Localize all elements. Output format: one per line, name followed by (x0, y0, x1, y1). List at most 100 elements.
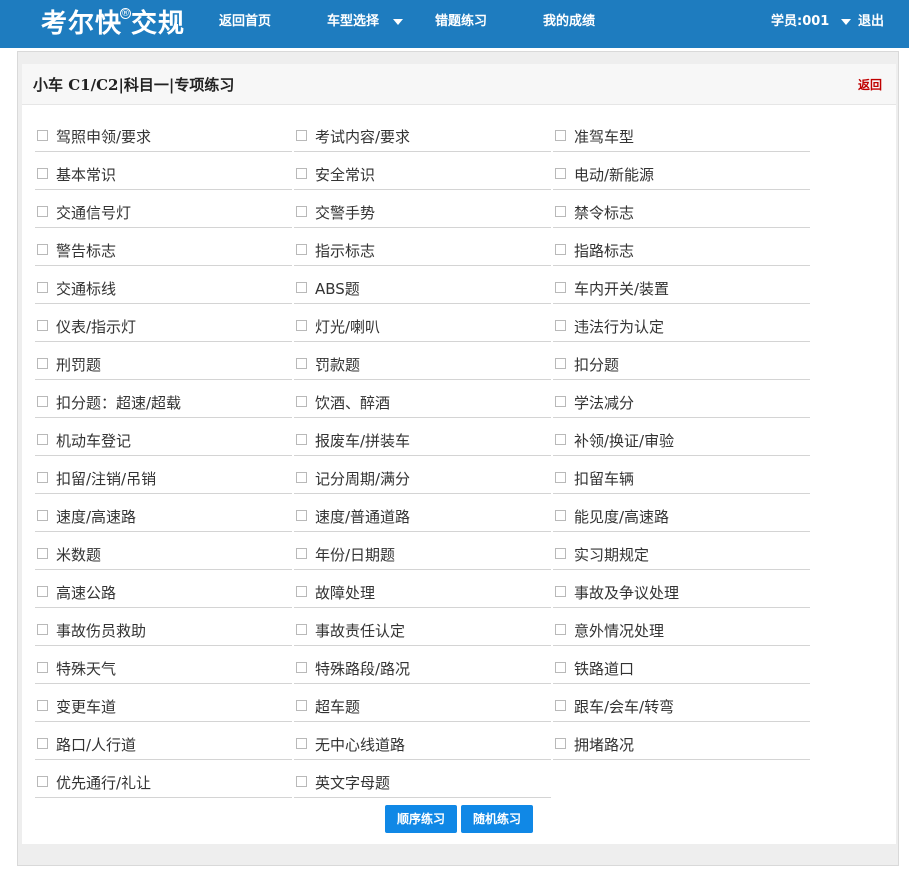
topic-item[interactable]: 速度/高速路 (35, 502, 293, 540)
topic-checkbox[interactable] (37, 434, 48, 445)
nav-my-scores-link[interactable]: 我的成绩 (543, 0, 595, 44)
sequential-practice-button[interactable]: 顺序练习 (385, 805, 457, 833)
topic-checkbox[interactable] (37, 472, 48, 483)
topic-item[interactable]: 扣分题 (553, 350, 811, 388)
topic-item[interactable]: 机动车登记 (35, 426, 293, 464)
topic-item[interactable]: 仪表/指示灯 (35, 312, 293, 350)
topic-checkbox[interactable] (555, 320, 566, 331)
topic-checkbox[interactable] (37, 206, 48, 217)
topic-checkbox[interactable] (37, 358, 48, 369)
random-practice-button[interactable]: 随机练习 (461, 805, 533, 833)
topic-checkbox[interactable] (555, 282, 566, 293)
nav-car-select-dropdown[interactable]: 车型选择 (327, 0, 404, 44)
topic-item[interactable]: 学法减分 (553, 388, 811, 426)
topic-checkbox[interactable] (555, 130, 566, 141)
topic-checkbox[interactable] (37, 168, 48, 179)
topic-item[interactable]: 能见度/高速路 (553, 502, 811, 540)
topic-item[interactable]: 事故伤员救助 (35, 616, 293, 654)
topic-item[interactable]: 灯光/喇叭 (294, 312, 552, 350)
topic-checkbox[interactable] (555, 700, 566, 711)
topic-item[interactable]: 实习期规定 (553, 540, 811, 578)
topic-checkbox[interactable] (37, 738, 48, 749)
topic-checkbox[interactable] (37, 662, 48, 673)
topic-checkbox[interactable] (296, 358, 307, 369)
topic-item[interactable]: 饮酒、醉酒 (294, 388, 552, 426)
topic-checkbox[interactable] (37, 548, 48, 559)
topic-item[interactable]: 优先通行/礼让 (35, 768, 293, 806)
topic-checkbox[interactable] (296, 738, 307, 749)
topic-checkbox[interactable] (296, 700, 307, 711)
topic-checkbox[interactable] (37, 700, 48, 711)
topic-checkbox[interactable] (555, 168, 566, 179)
topic-checkbox[interactable] (296, 244, 307, 255)
topic-item[interactable]: 违法行为认定 (553, 312, 811, 350)
topic-item[interactable]: 交警手势 (294, 198, 552, 236)
topic-checkbox[interactable] (555, 472, 566, 483)
topic-checkbox[interactable] (37, 320, 48, 331)
topic-item[interactable]: 扣留/注销/吊销 (35, 464, 293, 502)
topic-item[interactable]: 铁路道口 (553, 654, 811, 692)
topic-checkbox[interactable] (555, 396, 566, 407)
topic-checkbox[interactable] (555, 624, 566, 635)
topic-item[interactable]: 超车题 (294, 692, 552, 730)
topic-checkbox[interactable] (37, 282, 48, 293)
nav-wrong-practice-link[interactable]: 错题练习 (435, 0, 487, 44)
topic-checkbox[interactable] (296, 130, 307, 141)
topic-checkbox[interactable] (555, 586, 566, 597)
topic-item[interactable]: 禁令标志 (553, 198, 811, 236)
topic-item[interactable]: 速度/普通道路 (294, 502, 552, 540)
topic-checkbox[interactable] (555, 244, 566, 255)
topic-item[interactable]: 报废车/拼装车 (294, 426, 552, 464)
topic-checkbox[interactable] (296, 662, 307, 673)
topic-checkbox[interactable] (296, 472, 307, 483)
topic-checkbox[interactable] (555, 510, 566, 521)
topic-checkbox[interactable] (37, 510, 48, 521)
topic-checkbox[interactable] (555, 434, 566, 445)
topic-checkbox[interactable] (37, 130, 48, 141)
topic-item[interactable]: 特殊路段/路况 (294, 654, 552, 692)
topic-checkbox[interactable] (37, 624, 48, 635)
topic-checkbox[interactable] (37, 396, 48, 407)
topic-checkbox[interactable] (296, 282, 307, 293)
topic-item[interactable]: 补领/换证/审验 (553, 426, 811, 464)
topic-checkbox[interactable] (296, 586, 307, 597)
topic-item[interactable]: 刑罚题 (35, 350, 293, 388)
topic-item[interactable]: 准驾车型 (553, 122, 811, 160)
topic-checkbox[interactable] (555, 662, 566, 673)
topic-checkbox[interactable] (37, 776, 48, 787)
topic-checkbox[interactable] (555, 358, 566, 369)
topic-item[interactable]: 记分周期/满分 (294, 464, 552, 502)
topic-item[interactable]: 事故及争议处理 (553, 578, 811, 616)
topic-item[interactable]: 扣留车辆 (553, 464, 811, 502)
topic-checkbox[interactable] (555, 548, 566, 559)
topic-item[interactable]: 警告标志 (35, 236, 293, 274)
topic-item[interactable]: 年份/日期题 (294, 540, 552, 578)
logout-link[interactable]: 退出 (858, 0, 884, 44)
topic-item[interactable]: 考试内容/要求 (294, 122, 552, 160)
back-link[interactable]: 返回 (858, 64, 882, 107)
topic-item[interactable]: 驾照申领/要求 (35, 122, 293, 160)
topic-item[interactable]: 交通信号灯 (35, 198, 293, 236)
topic-item[interactable]: 拥堵路况 (553, 730, 811, 768)
topic-item[interactable]: 意外情况处理 (553, 616, 811, 654)
topic-item[interactable]: 无中心线道路 (294, 730, 552, 768)
topic-item[interactable]: 车内开关/装置 (553, 274, 811, 312)
topic-checkbox[interactable] (296, 206, 307, 217)
topic-checkbox[interactable] (296, 396, 307, 407)
topic-item[interactable]: 路口/人行道 (35, 730, 293, 768)
topic-checkbox[interactable] (555, 738, 566, 749)
topic-item[interactable]: 电动/新能源 (553, 160, 811, 198)
topic-checkbox[interactable] (296, 320, 307, 331)
topic-item[interactable]: 交通标线 (35, 274, 293, 312)
topic-item[interactable]: 安全常识 (294, 160, 552, 198)
topic-checkbox[interactable] (296, 776, 307, 787)
topic-item[interactable]: 事故责任认定 (294, 616, 552, 654)
topic-item[interactable]: 高速公路 (35, 578, 293, 616)
topic-item[interactable]: 指示标志 (294, 236, 552, 274)
topic-item[interactable]: 米数题 (35, 540, 293, 578)
topic-checkbox[interactable] (296, 548, 307, 559)
topic-item[interactable]: 罚款题 (294, 350, 552, 388)
topic-item[interactable]: 跟车/会车/转弯 (553, 692, 811, 730)
nav-home-link[interactable]: 返回首页 (219, 0, 271, 44)
topic-item[interactable]: 故障处理 (294, 578, 552, 616)
